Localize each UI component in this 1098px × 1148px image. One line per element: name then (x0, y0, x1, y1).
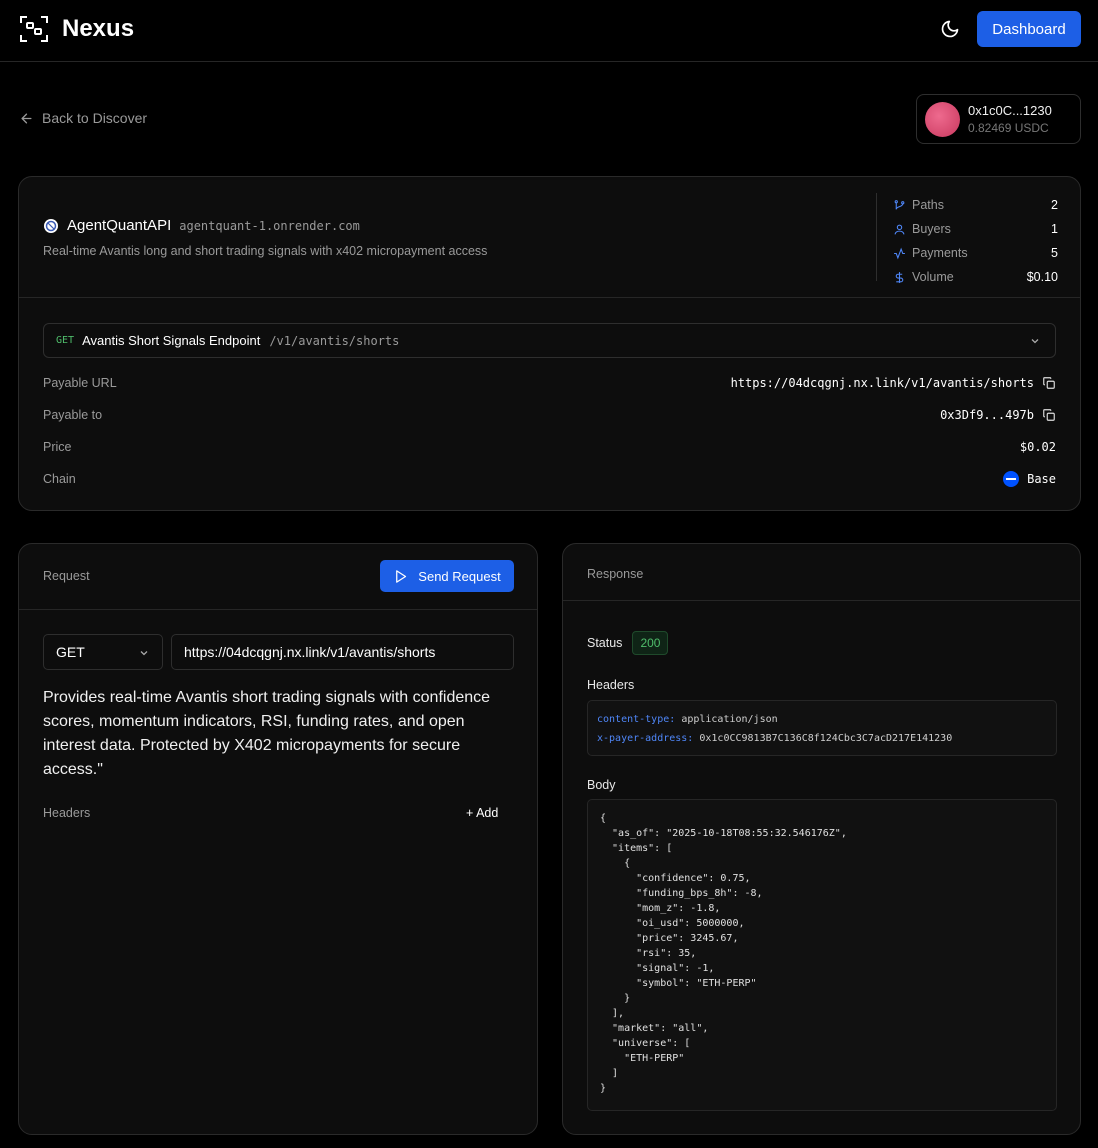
stat-paths: Paths 2 (893, 193, 1058, 217)
chain-value: Base (1027, 472, 1056, 486)
copy-icon[interactable] (1042, 408, 1056, 422)
endpoint-path: /v1/avantis/shorts (269, 333, 400, 348)
request-header: Request Send Request (19, 544, 537, 610)
copy-icon[interactable] (1042, 376, 1056, 390)
payable-url-row: Payable URL https://04dcqgnj.nx.link/v1/… (43, 373, 1056, 393)
payable-to-label: Payable to (43, 408, 103, 422)
chain-label: Chain (43, 472, 76, 486)
price-row: Price $0.02 (43, 437, 1056, 457)
method-value: GET (56, 644, 85, 660)
header-line: content-type: application/json (597, 710, 1047, 729)
wallet-card[interactable]: 0x1c0C...1230 0.82469 USDC (916, 94, 1081, 144)
api-card: AgentQuantAPI agentquant-1.onrender.com … (18, 176, 1081, 511)
request-headers-label: Headers (43, 806, 91, 820)
stat-label: Paths (912, 198, 944, 212)
back-to-discover-link[interactable]: Back to Discover (19, 110, 147, 126)
header-value: 0x1c0CC9813B7C136C8f124Cbc3C7acD217E1412… (699, 733, 953, 744)
activity-icon (894, 247, 905, 259)
git-branch-icon (894, 199, 905, 209)
request-panel: Request Send Request GET Provides real-t… (18, 543, 538, 1135)
payable-to-value: 0x3Df9...497b (940, 408, 1034, 422)
response-panel: Response Status 200 Headers content-type… (562, 543, 1081, 1135)
response-title: Response (587, 567, 644, 581)
add-header-button[interactable]: + Add (466, 806, 498, 820)
top-bar: Nexus Dashboard (0, 0, 1098, 62)
stat-volume: Volume $0.10 (893, 265, 1058, 289)
dollar-icon (895, 271, 904, 283)
response-body-json: { "as_of": "2025-10-18T08:55:32.546176Z"… (600, 813, 847, 1094)
api-host: agentquant-1.onrender.com (179, 218, 360, 233)
payable-url-value: https://04dcqgnj.nx.link/v1/avantis/shor… (730, 376, 1034, 390)
stat-value: 1 (1051, 222, 1058, 236)
globe-icon (44, 218, 58, 233)
base-chain-icon (1003, 471, 1020, 487)
status-row: Status 200 (587, 631, 669, 655)
status-badge: 200 (632, 631, 669, 655)
response-header: Response (563, 544, 1080, 601)
stat-label: Buyers (912, 222, 951, 236)
price-value: $0.02 (1019, 440, 1056, 454)
header-key: x-payer-address: (597, 733, 694, 744)
moon-icon[interactable] (940, 19, 960, 39)
method-select[interactable]: GET (43, 634, 163, 670)
price-label: Price (43, 440, 72, 454)
api-stats: Paths 2 Buyers 1 Payments 5 Volume $0.10 (876, 193, 1058, 284)
request-title: Request (43, 569, 90, 583)
play-icon (396, 569, 407, 583)
arrow-left-icon (21, 113, 32, 123)
user-icon (894, 224, 905, 234)
response-headers-label: Headers (587, 678, 635, 692)
payable-url-label: Payable URL (43, 376, 117, 390)
send-request-button[interactable]: Send Request (380, 560, 514, 592)
stat-label: Payments (912, 246, 968, 260)
endpoint-name: Avantis Short Signals Endpoint (82, 333, 261, 348)
stat-payments: Payments 5 (893, 241, 1058, 265)
request-url-input[interactable] (171, 634, 514, 670)
api-description: Real-time Avantis long and short trading… (43, 244, 488, 258)
response-body-label: Body (587, 778, 616, 792)
api-header: AgentQuantAPI agentquant-1.onrender.com … (19, 177, 1080, 298)
chevron-down-icon (1031, 339, 1039, 344)
endpoint-method: GET (56, 335, 75, 346)
header-line: x-payer-address: 0x1c0CC9813B7C136C8f124… (597, 729, 1047, 748)
stat-label: Volume (912, 270, 954, 284)
stat-value: 5 (1051, 246, 1058, 260)
wallet-balance: 0.82469 USDC (968, 121, 1049, 135)
chevron-down-icon (140, 651, 148, 656)
back-label: Back to Discover (42, 110, 148, 126)
response-headers-box: content-type: application/json x-payer-a… (587, 700, 1057, 756)
send-request-label: Send Request (418, 568, 501, 584)
response-body-box: { "as_of": "2025-10-18T08:55:32.546176Z"… (587, 799, 1057, 1111)
api-name: AgentQuantAPI (67, 217, 172, 234)
wallet-address: 0x1c0C...1230 (968, 103, 1052, 118)
payable-to-row: Payable to 0x3Df9...497b (43, 405, 1056, 425)
header-key: content-type: (597, 714, 676, 725)
status-label: Status (587, 636, 623, 650)
brand-name[interactable]: Nexus (62, 15, 134, 43)
nexus-logo-icon[interactable] (19, 15, 49, 43)
dashboard-button[interactable]: Dashboard (977, 11, 1081, 47)
avatar (925, 101, 960, 137)
header-value: application/json (681, 714, 778, 725)
request-description: Provides real-time Avantis short trading… (43, 689, 491, 778)
chain-row: Chain Base (43, 469, 1056, 489)
stat-buyers: Buyers 1 (893, 217, 1058, 241)
endpoint-select[interactable]: GET Avantis Short Signals Endpoint /v1/a… (43, 323, 1056, 358)
stat-value: $0.10 (1026, 270, 1058, 284)
stat-value: 2 (1051, 198, 1058, 212)
